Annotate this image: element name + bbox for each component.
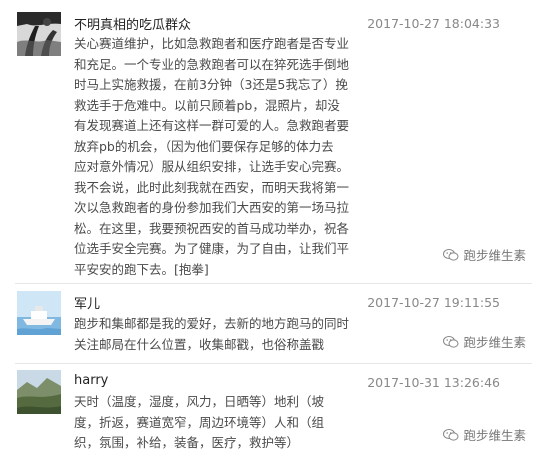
comment-line: 度，折返，赛道宽窄，周边环境等）人和（组 — [74, 414, 325, 430]
comment-item: 不明真相的吃瓜群众 2017-10-27 18:04:33 关心赛道维护，比如急… — [0, 0, 552, 285]
watermark-text: 跑步维生素 — [463, 248, 526, 263]
comment-line: 次以急救跑者的身份参加我们大西安的第一场马拉 — [74, 200, 350, 215]
comment-time: 2017-10-31 13:26:46 — [367, 375, 500, 390]
divider — [15, 283, 532, 284]
comment-author[interactable]: 军儿 — [74, 293, 100, 312]
wechat-icon — [443, 248, 459, 261]
comment-line: 时马上实施救援，在前3分钟（3还是5我忘了）挽 — [74, 77, 348, 92]
comment-line: 和充足。一个专业的急救跑者可以在猝死选手倒地 — [74, 56, 350, 72]
comment-time: 2017-10-27 19:11:55 — [367, 295, 500, 310]
comment-line: 放弃pb的机会，（因为他们要保存足够的体力去 — [74, 138, 334, 154]
avatar[interactable] — [17, 12, 61, 56]
comment-line: 松。在这里，我要预祝西安的首马成功举办，祝各 — [74, 220, 350, 236]
comment-item: 军儿 2017-10-27 19:11:55 跑步和集邮都是我的爱好，去新的地方… — [0, 285, 552, 365]
comment-line: 织，氛围，补给，装备，医疗，救护等） — [74, 435, 300, 450]
watermark: 跑步维生素 — [443, 332, 526, 351]
watermark: 跑步维生素 — [443, 425, 526, 444]
comment-text: 跑步和集邮都是我的爱好，去新的地方跑马的同时 关注邮局在什么位置，收集邮戳，也俗… — [74, 314, 350, 355]
comment-text: 关心赛道维护，比如急救跑者和医疗跑者是否专业 和充足。一个专业的急救跑者可以在猝… — [74, 34, 350, 280]
comment-author[interactable]: 不明真相的吃瓜群众 — [74, 14, 191, 33]
comment-line: 关注邮局在什么位置，收集邮戳，也俗称盖戳 — [74, 336, 325, 352]
avatar[interactable] — [17, 370, 61, 414]
comment-line: 关心赛道维护，比如急救跑者和医疗跑者是否专业 — [74, 36, 350, 51]
comment-line: 应对意外情况）服从组织安排，让选手安心完赛。 — [74, 159, 350, 174]
comment-line: 位选手安全完赛。为了健康，为了自由，让我们平 — [74, 241, 350, 256]
watermark-text: 跑步维生素 — [463, 335, 526, 350]
comment-text: 天时（温度，湿度，风力，日晒等）地利（坡 度，折返，赛道宽窄，周边环境等）人和（… — [74, 392, 346, 454]
watermark: 跑步维生素 — [443, 245, 526, 264]
watermark-text: 跑步维生素 — [463, 428, 526, 443]
divider — [15, 363, 532, 364]
comment-time: 2017-10-27 18:04:33 — [367, 16, 500, 31]
comment-line: 我不会说，此时此刻我就在西安，而明天我将第一 — [74, 179, 350, 195]
comment-item: harry 2017-10-31 13:26:46 天时（温度，湿度，风力，日晒… — [0, 365, 552, 467]
comment-line: 有发现赛道上还有这样一群可爱的人。急救跑者要 — [74, 118, 350, 133]
comment-author[interactable]: harry — [74, 373, 108, 388]
comment-line: 跑步和集邮都是我的爱好，去新的地方跑马的同时 — [74, 316, 350, 331]
comment-line: 天时（温度，湿度，风力，日晒等）地利（坡 — [74, 394, 325, 409]
wechat-icon — [443, 335, 459, 348]
comment-line: 救选手于危难中。以前只顾着pb，混照片，却没 — [74, 97, 340, 113]
wechat-icon — [443, 428, 459, 441]
avatar[interactable] — [17, 291, 61, 335]
comment-line: 平安安的跑下去。[抱拳] — [74, 261, 209, 277]
